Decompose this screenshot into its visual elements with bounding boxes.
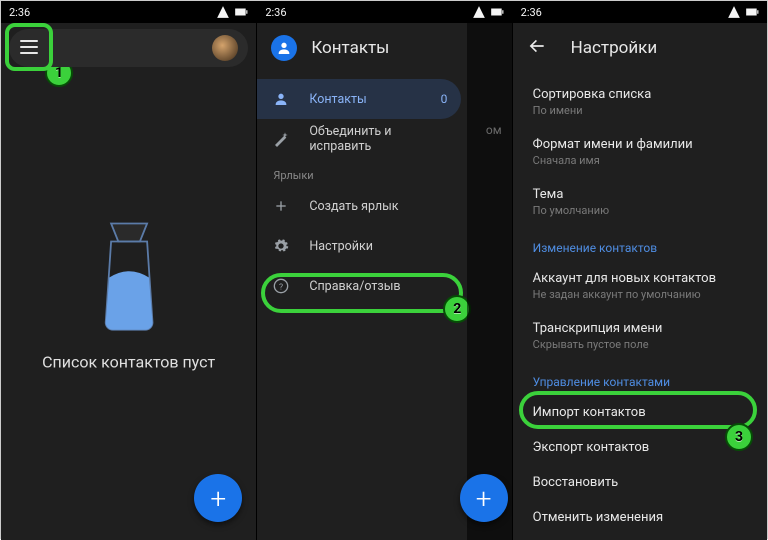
settings-list: Сортировка списка По имени Формат имени … bbox=[513, 77, 767, 540]
status-bar: 2:36 bbox=[1, 1, 256, 23]
contacts-count: 0 bbox=[441, 92, 448, 106]
add-contact-fab[interactable]: + bbox=[194, 474, 242, 522]
drawer-item-label: Создать ярлык bbox=[309, 199, 398, 214]
screen-1-contacts-empty: 2:36 1 Список контактов пуст + bbox=[1, 1, 256, 540]
empty-text: Список контактов пуст bbox=[14, 353, 244, 372]
drawer-scrim[interactable]: ом + bbox=[467, 23, 511, 540]
settings-header: Настройки bbox=[513, 23, 767, 73]
setting-restore[interactable]: Восстановить bbox=[513, 465, 767, 500]
drawer-section-labels: Ярлыки bbox=[257, 159, 467, 186]
status-time: 2:36 bbox=[521, 6, 542, 19]
setting-blocked[interactable]: Заблокированные номера bbox=[513, 535, 767, 540]
status-bar: 2:36 bbox=[257, 1, 511, 23]
drawer-item-label: Настройки bbox=[309, 239, 373, 254]
hamburger-icon[interactable] bbox=[20, 40, 38, 54]
empty-illustration bbox=[84, 223, 174, 333]
drawer-item-help[interactable]: ? Справка/отзыв bbox=[257, 266, 467, 306]
setting-undo[interactable]: Отменить изменения bbox=[513, 500, 767, 535]
add-contact-fab[interactable]: + bbox=[460, 474, 508, 522]
step-badge-3: 3 bbox=[725, 423, 753, 451]
drawer-item-label: Справка/отзыв bbox=[309, 279, 400, 294]
setting-phonetic[interactable]: Транскрипция имени Скрывать пустое поле bbox=[513, 311, 767, 361]
gear-icon bbox=[273, 238, 289, 254]
empty-state: Список контактов пуст bbox=[14, 223, 244, 372]
drawer-item-label: Объединить и исправить bbox=[309, 124, 451, 154]
plus-icon bbox=[273, 198, 289, 214]
drawer-item-merge[interactable]: Объединить и исправить bbox=[257, 119, 467, 159]
avatar[interactable] bbox=[212, 35, 238, 61]
setting-import[interactable]: Импорт контактов bbox=[513, 395, 767, 430]
svg-text:?: ? bbox=[279, 282, 283, 292]
status-icons bbox=[216, 5, 248, 19]
setting-name-format[interactable]: Формат имени и фамилии Сначала имя bbox=[513, 127, 767, 177]
status-bar: 2:36 bbox=[513, 1, 767, 23]
drawer-item-create-label[interactable]: Создать ярлык bbox=[257, 186, 467, 226]
back-icon[interactable] bbox=[527, 36, 547, 60]
background-fragment: ом bbox=[486, 123, 502, 137]
section-edit-contacts: Изменение контактов bbox=[513, 227, 767, 261]
setting-default-account[interactable]: Аккаунт для новых контактов Не задан акк… bbox=[513, 261, 767, 311]
drawer-item-contacts[interactable]: Контакты 0 bbox=[257, 79, 461, 119]
status-time: 2:36 bbox=[9, 6, 30, 19]
help-icon: ? bbox=[273, 278, 289, 294]
status-time: 2:36 bbox=[265, 6, 286, 19]
drawer-item-settings[interactable]: Настройки bbox=[257, 226, 467, 266]
settings-title: Настройки bbox=[571, 38, 658, 58]
screen-2-drawer: 2:36 Контакты Контакты 0 Объединить и ис… bbox=[256, 1, 511, 540]
contacts-app-icon bbox=[271, 35, 297, 61]
person-icon bbox=[273, 91, 289, 107]
step-1-highlight bbox=[5, 23, 53, 71]
screen-3-settings: 2:36 Настройки Сортировка списка По имен… bbox=[512, 1, 767, 540]
setting-theme[interactable]: Тема По умолчанию bbox=[513, 177, 767, 227]
wand-icon bbox=[273, 131, 289, 147]
status-icons bbox=[472, 5, 504, 19]
drawer-title: Контакты bbox=[311, 38, 389, 58]
drawer-item-label: Контакты bbox=[309, 92, 366, 107]
nav-drawer: Контакты 0 Объединить и исправить Ярлыки… bbox=[257, 75, 467, 540]
status-icons bbox=[727, 5, 759, 19]
setting-sort[interactable]: Сортировка списка По имени bbox=[513, 77, 767, 127]
section-manage-contacts: Управление контактами bbox=[513, 361, 767, 395]
